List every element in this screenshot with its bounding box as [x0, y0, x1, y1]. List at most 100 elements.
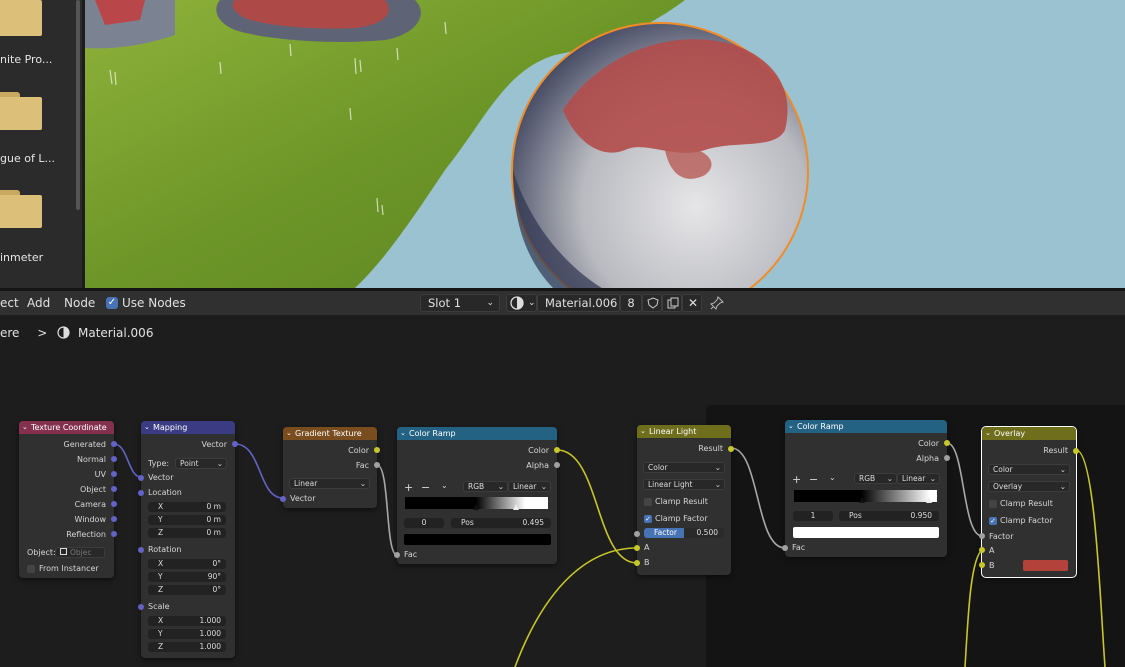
socket-vector-in[interactable] — [280, 496, 286, 502]
node-header[interactable]: ⌄ Color Ramp — [785, 420, 947, 433]
node-color-ramp-2[interactable]: ⌄ Color Ramp Color Alpha + − ⌄ RGB ⌄ Linea… — [782, 420, 950, 557]
node-header[interactable]: ⌄ Overlay — [982, 427, 1076, 440]
ramp-stop-marker[interactable] — [859, 497, 865, 503]
socket-generated[interactable] — [111, 441, 117, 447]
collapse-icon[interactable]: ⌄ — [788, 420, 794, 433]
node-header[interactable]: ⌄ Texture Coordinate — [19, 421, 114, 434]
location-x-field[interactable]: X 0 m — [148, 502, 226, 512]
output-camera: Camera — [74, 500, 106, 509]
data-type-dropdown[interactable]: Color ⌄ — [988, 464, 1070, 475]
output-alpha: Alpha — [916, 454, 939, 463]
socket-vector-out[interactable] — [232, 441, 238, 447]
socket-factor-in[interactable] — [979, 533, 985, 539]
node-header[interactable]: ⌄ Linear Light — [637, 425, 731, 438]
socket-uv[interactable] — [111, 471, 117, 477]
node-title: Color Ramp — [797, 422, 844, 431]
stop-color-swatch[interactable] — [404, 534, 551, 545]
collapse-icon[interactable]: ⌄ — [640, 425, 646, 438]
socket-color-out[interactable] — [374, 447, 380, 453]
chevron-down-icon[interactable]: ⌄ — [829, 473, 836, 482]
from-instancer-checkbox[interactable] — [27, 565, 35, 573]
socket-fac-in[interactable] — [394, 552, 400, 558]
socket-fac-in[interactable] — [782, 545, 788, 551]
rotation-y-field[interactable]: Y 90° — [148, 572, 226, 582]
clamp-result-checkbox[interactable] — [644, 498, 652, 506]
socket-result-out[interactable] — [728, 446, 734, 452]
clamp-factor-checkbox[interactable]: ✓ — [989, 517, 997, 525]
stop-index-field[interactable]: 0 — [404, 518, 444, 528]
socket-camera[interactable] — [111, 501, 117, 507]
stop-color-swatch[interactable] — [793, 527, 939, 538]
axis-label: X — [158, 616, 164, 625]
chevron-down-icon[interactable]: ⌄ — [441, 481, 448, 490]
scale-z-field[interactable]: Z 1.000 — [148, 642, 226, 652]
remove-stop-icon[interactable]: − — [421, 481, 430, 494]
color-ramp-gradient[interactable] — [794, 490, 937, 502]
socket-alpha-out[interactable] — [944, 455, 950, 461]
ramp-stop-marker[interactable] — [473, 504, 479, 510]
add-stop-icon[interactable]: + — [404, 481, 413, 494]
add-stop-icon[interactable]: + — [792, 473, 801, 486]
node-header[interactable]: ⌄ Gradient Texture — [283, 427, 377, 440]
b-color-swatch[interactable] — [1023, 560, 1068, 571]
socket-object[interactable] — [111, 486, 117, 492]
scale-y-field[interactable]: Y 1.000 — [148, 629, 226, 639]
socket-rotation[interactable] — [138, 547, 144, 553]
socket-fac-out[interactable] — [374, 462, 380, 468]
color-mode-dropdown[interactable]: RGB ⌄ — [463, 481, 508, 492]
collapse-icon[interactable]: ⌄ — [985, 427, 991, 440]
location-z-field[interactable]: Z 0 m — [148, 528, 226, 538]
socket-location[interactable] — [138, 490, 144, 496]
blend-mode-dropdown[interactable]: Linear Light ⌄ — [643, 479, 725, 490]
socket-scale[interactable] — [138, 604, 144, 610]
node-linear-light[interactable]: ⌄ Linear Light Result Color ⌄ Linear Light… — [634, 425, 734, 575]
socket-normal[interactable] — [111, 456, 117, 462]
node-header[interactable]: ⌄ Mapping — [141, 421, 235, 434]
socket-color-out[interactable] — [944, 440, 950, 446]
ramp-stop-marker-active[interactable] — [513, 504, 519, 510]
node-mapping[interactable]: ⌄ Mapping Vector Type: Point ⌄ Vector Loca… — [138, 421, 238, 658]
collapse-icon[interactable]: ⌄ — [144, 421, 150, 434]
socket-a-in[interactable] — [634, 545, 640, 551]
stop-index-field[interactable]: 1 — [793, 511, 833, 521]
socket-a-in[interactable] — [979, 547, 985, 553]
node-color-ramp[interactable]: ⌄ Color Ramp Color Alpha + − ⌄ RGB ⌄ Linea… — [394, 427, 560, 564]
node-overlay[interactable]: ⌄ Overlay Result Color ⌄ Overlay ⌄ Clamp Re… — [979, 426, 1079, 578]
collapse-icon[interactable]: ⌄ — [22, 421, 28, 434]
rotation-z-field[interactable]: Z 0° — [148, 585, 226, 595]
type-dropdown[interactable]: Point ⌄ — [175, 458, 227, 469]
pos-value: 0.950 — [910, 511, 932, 520]
node-header[interactable]: ⌄ Color Ramp — [397, 427, 557, 440]
socket-vector-in[interactable] — [138, 475, 144, 481]
socket-b-in[interactable] — [634, 560, 640, 566]
socket-factor-in[interactable] — [634, 531, 640, 537]
gradient-type-dropdown[interactable]: Linear ⌄ — [289, 478, 370, 489]
node-texture-coordinate[interactable]: ⌄ Texture Coordinate Generated Normal UV … — [19, 421, 117, 578]
socket-alpha-out[interactable] — [554, 462, 560, 468]
object-picker[interactable]: Objec — [55, 547, 105, 558]
ramp-stop-marker-active[interactable] — [926, 497, 932, 503]
color-mode-value: RGB — [859, 474, 876, 483]
stop-position-field[interactable]: Pos 0.495 — [451, 518, 551, 528]
socket-color-out[interactable] — [554, 447, 560, 453]
collapse-icon[interactable]: ⌄ — [286, 427, 292, 440]
node-gradient-texture[interactable]: ⌄ Gradient Texture Color Fac Linear ⌄ Vect… — [280, 427, 380, 508]
rotation-x-field[interactable]: X 0° — [148, 559, 226, 569]
interpolation-dropdown[interactable]: Linear ⌄ — [508, 481, 551, 492]
interpolation-dropdown[interactable]: Linear ⌄ — [897, 473, 940, 484]
scale-x-field[interactable]: X 1.000 — [148, 616, 226, 626]
blend-mode-dropdown[interactable]: Overlay ⌄ — [988, 481, 1070, 492]
clamp-factor-checkbox[interactable]: ✓ — [644, 515, 652, 523]
location-y-field[interactable]: Y 0 m — [148, 515, 226, 525]
data-type-dropdown[interactable]: Color ⌄ — [643, 462, 725, 473]
remove-stop-icon[interactable]: − — [809, 473, 818, 486]
color-mode-dropdown[interactable]: RGB ⌄ — [854, 473, 897, 484]
clamp-result-checkbox[interactable] — [989, 500, 997, 508]
stop-position-field[interactable]: Pos 0.950 — [839, 511, 939, 521]
socket-result-out[interactable] — [1073, 448, 1079, 454]
factor-slider[interactable]: Factor 0.500 — [644, 528, 724, 538]
socket-reflection[interactable] — [111, 531, 117, 537]
collapse-icon[interactable]: ⌄ — [400, 427, 406, 440]
socket-b-in[interactable] — [979, 562, 985, 568]
socket-window[interactable] — [111, 516, 117, 522]
